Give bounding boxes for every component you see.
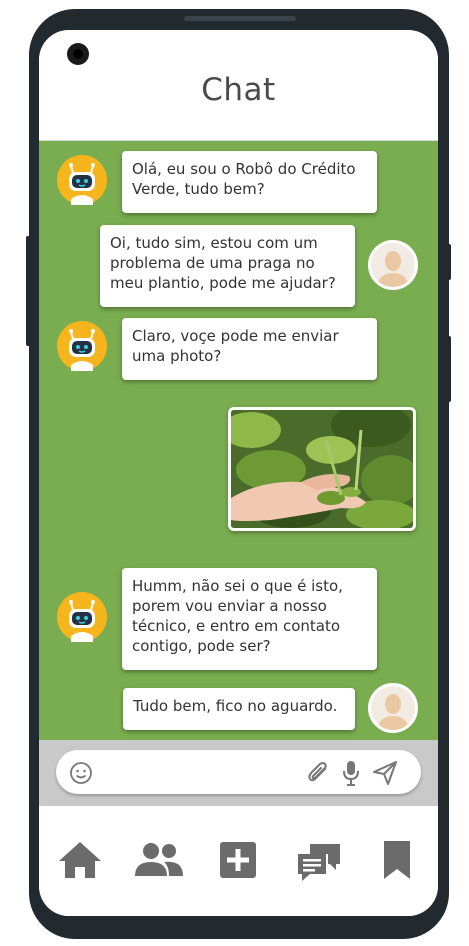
smiley-icon[interactable]	[69, 761, 93, 785]
person-icon	[377, 694, 409, 730]
front-camera	[67, 43, 89, 65]
send-icon[interactable]	[372, 760, 398, 786]
robot-icon	[69, 329, 95, 371]
people-icon[interactable]	[134, 842, 184, 878]
person-icon	[377, 251, 409, 287]
user-avatar	[368, 240, 418, 290]
phone-speaker	[184, 16, 296, 21]
bot-message-bubble: Claro, voçe pode me enviar uma photo?	[122, 318, 377, 380]
robot-icon	[69, 600, 95, 642]
bot-avatar	[57, 155, 107, 205]
home-icon[interactable]	[57, 840, 103, 880]
bookmark-icon[interactable]	[382, 840, 412, 880]
user-message-bubble: Oi, tudo sim, estou com um problema de u…	[100, 225, 355, 307]
user-message-bubble: Tudo bem, fico no aguardo.	[123, 688, 355, 730]
plant-leaves-in-hand-photo	[231, 410, 413, 528]
user-avatar	[368, 683, 418, 733]
bot-message-bubble: Humm, não sei o que é isto, porem vou en…	[122, 568, 377, 670]
phone-side-button	[447, 244, 451, 280]
chat-area[interactable]: Olá, eu sou o Robô do Crédito Verde, tud…	[39, 141, 438, 740]
message-input-bar	[39, 740, 438, 806]
chat-bubbles-icon[interactable]	[296, 842, 342, 882]
robot-icon	[69, 163, 95, 205]
microphone-icon[interactable]	[341, 760, 361, 786]
chat-header: Chat	[39, 30, 438, 141]
add-square-icon[interactable]	[219, 841, 257, 879]
phone-side-button	[447, 336, 451, 402]
paperclip-icon[interactable]	[307, 761, 329, 785]
page-title: Chat	[201, 72, 276, 108]
bot-avatar	[57, 592, 107, 642]
phone-side-button	[26, 236, 30, 346]
message-input[interactable]	[56, 750, 421, 794]
bottom-navigation	[39, 806, 438, 916]
bot-avatar	[57, 321, 107, 371]
phone-screen: Chat Olá, eu sou o Robô do Crédito Verde…	[39, 30, 438, 916]
bot-message-bubble: Olá, eu sou o Robô do Crédito Verde, tud…	[122, 151, 377, 213]
plant-photo-message[interactable]	[228, 407, 416, 531]
